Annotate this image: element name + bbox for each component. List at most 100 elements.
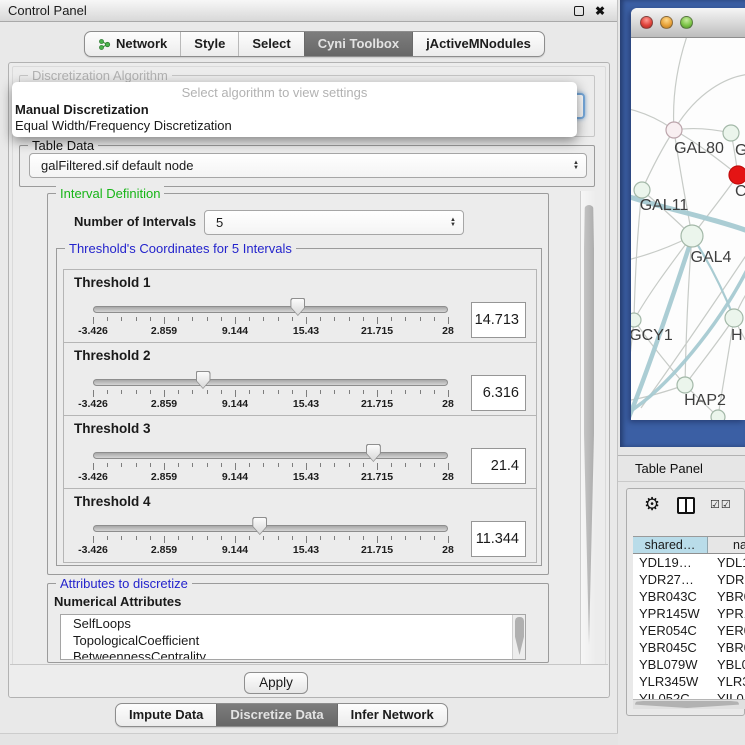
table-row[interactable]: YBR045CYBR0… bbox=[633, 639, 745, 656]
tick-mark bbox=[306, 317, 307, 324]
network-node-gal80[interactable] bbox=[666, 122, 682, 138]
cell-name[interactable]: YIL0… bbox=[708, 690, 745, 699]
cell-shared-name[interactable]: YDR27… bbox=[633, 571, 708, 588]
cell-name[interactable]: YLR3… bbox=[708, 673, 745, 690]
network-node-gcy1[interactable] bbox=[631, 313, 641, 327]
cell-shared-name[interactable]: YER054C bbox=[633, 622, 708, 639]
threshold-3-slider[interactable]: -3.4262.8599.14415.4321.71528 bbox=[93, 444, 448, 486]
tick-mark bbox=[178, 317, 179, 321]
threshold-4-value-field[interactable]: 11.344 bbox=[471, 521, 526, 557]
threshold-row-4: Threshold 4-3.4262.8599.14415.4321.71528… bbox=[64, 489, 536, 562]
network-node-gal4[interactable] bbox=[681, 225, 703, 247]
table-row[interactable]: YDL19…YDL1… bbox=[633, 554, 745, 571]
table-row[interactable]: YDR27…YDR2… bbox=[633, 571, 745, 588]
float-window-icon[interactable] bbox=[574, 6, 584, 16]
control-panel-window: Control Panel ✖ NetworkStyleSelectCyni T… bbox=[0, 0, 618, 745]
table-row[interactable]: YBR043CYBR0… bbox=[633, 588, 745, 605]
tick-mark bbox=[306, 536, 307, 543]
tab-impute-data[interactable]: Impute Data bbox=[116, 704, 216, 726]
close-icon[interactable]: ✖ bbox=[595, 0, 605, 22]
numerical-attributes-list[interactable]: SelfLoopsTopologicalCoefficientBetweenne… bbox=[60, 614, 526, 660]
tick-mark bbox=[221, 536, 222, 540]
table-row[interactable]: YER054CYER0… bbox=[633, 622, 745, 639]
threshold-2-slider[interactable]: -3.4262.8599.14415.4321.71528 bbox=[93, 371, 448, 413]
tab-jactivemnodules[interactable]: jActiveMNodules bbox=[412, 32, 544, 56]
list-scrollbar[interactable] bbox=[512, 615, 525, 659]
cell-name[interactable]: YDR2… bbox=[708, 571, 745, 588]
network-node-gal11[interactable] bbox=[634, 182, 650, 198]
network-edge[interactable] bbox=[674, 38, 687, 130]
threshold-1-value-field[interactable]: 14.713 bbox=[471, 302, 526, 338]
cell-shared-name[interactable]: YIL052C bbox=[633, 690, 708, 699]
network-edge[interactable] bbox=[674, 74, 745, 130]
apply-button[interactable]: Apply bbox=[244, 672, 308, 694]
cell-shared-name[interactable]: YBL079W bbox=[633, 656, 708, 673]
column-header-shared-name[interactable]: shared… bbox=[633, 537, 708, 553]
tick-mark bbox=[93, 536, 94, 543]
slider-thumb[interactable] bbox=[366, 444, 381, 462]
select-columns-icon[interactable]: ☑☑ bbox=[710, 498, 732, 511]
thresholds-group: Threshold's Coordinates for 5 Intervals … bbox=[56, 248, 542, 566]
network-window-titlebar[interactable] bbox=[631, 8, 745, 38]
tab-cyni-toolbox[interactable]: Cyni Toolbox bbox=[304, 32, 412, 56]
tab-network[interactable]: Network bbox=[85, 32, 180, 56]
tick-mark bbox=[263, 463, 264, 467]
table-horizontal-scrollbar[interactable] bbox=[633, 699, 745, 709]
table-data-combobox[interactable]: galFiltered.sif default node ▲▼ bbox=[29, 153, 587, 178]
node-label-gal4: GAL4 bbox=[691, 249, 732, 266]
cell-name[interactable]: YDL1… bbox=[708, 554, 745, 571]
slider-track[interactable] bbox=[93, 452, 448, 459]
column-header-name[interactable]: na bbox=[708, 537, 745, 553]
attribute-item-topologicalcoefficient[interactable]: TopologicalCoefficient bbox=[61, 632, 525, 649]
popup-option-manual-discretization[interactable]: Manual Discretization bbox=[15, 102, 574, 118]
table-row[interactable]: YBL079WYBL0… bbox=[633, 656, 745, 673]
attribute-item-betweennesscentrality[interactable]: BetweennessCentrality bbox=[61, 648, 525, 660]
table-row[interactable]: YLR345WYLR3… bbox=[633, 673, 745, 690]
gear-icon[interactable]: ⚙ bbox=[644, 495, 660, 513]
split-table-icon[interactable] bbox=[677, 497, 695, 514]
slider-thumb[interactable] bbox=[290, 298, 305, 316]
slider-track[interactable] bbox=[93, 525, 448, 532]
cell-shared-name[interactable]: YPR145W bbox=[633, 605, 708, 622]
tick-mark bbox=[207, 390, 208, 394]
tab-infer-network[interactable]: Infer Network bbox=[337, 704, 447, 726]
slider-track[interactable] bbox=[93, 306, 448, 313]
popup-option-equal-width-frequency-discretization[interactable]: Equal Width/Frequency Discretization bbox=[15, 118, 574, 134]
number-of-intervals-combobox[interactable]: 5 ▲▼ bbox=[204, 210, 464, 235]
panel-scrollbar[interactable] bbox=[580, 191, 596, 664]
tab-select[interactable]: Select bbox=[238, 32, 303, 56]
table-row[interactable]: YIL052CYIL0… bbox=[633, 690, 745, 699]
cell-shared-name[interactable]: YBR043C bbox=[633, 588, 708, 605]
network-node-hap2[interactable] bbox=[677, 377, 693, 393]
threshold-3-value-field[interactable]: 21.4 bbox=[471, 448, 526, 484]
tab-style[interactable]: Style bbox=[180, 32, 238, 56]
cell-name[interactable]: YER0… bbox=[708, 622, 745, 639]
cell-name[interactable]: YBL0… bbox=[708, 656, 745, 673]
slider-thumb[interactable] bbox=[196, 371, 211, 389]
cell-shared-name[interactable]: YLR345W bbox=[633, 673, 708, 690]
cell-shared-name[interactable]: YBR045C bbox=[633, 639, 708, 656]
table-row[interactable]: YPR145WYPR1… bbox=[633, 605, 745, 622]
cell-shared-name[interactable]: YDL19… bbox=[633, 554, 708, 571]
zoom-light-icon[interactable] bbox=[680, 16, 693, 29]
threshold-1-slider[interactable]: -3.4262.8599.14415.4321.71528 bbox=[93, 298, 448, 340]
network-edge[interactable] bbox=[642, 130, 674, 190]
slider-track[interactable] bbox=[93, 379, 448, 386]
minimize-light-icon[interactable] bbox=[660, 16, 673, 29]
tab-discretize-data[interactable]: Discretize Data bbox=[216, 704, 336, 726]
cell-name[interactable]: YBR0… bbox=[708, 588, 745, 605]
slider-thumb[interactable] bbox=[252, 517, 267, 535]
threshold-2-value-field[interactable]: 6.316 bbox=[471, 375, 526, 411]
cell-name[interactable]: YPR1… bbox=[708, 605, 745, 622]
attribute-item-selfloops[interactable]: SelfLoops bbox=[61, 615, 525, 632]
threshold-4-slider[interactable]: -3.4262.8599.14415.4321.71528 bbox=[93, 517, 448, 559]
network-node-c[interactable] bbox=[729, 166, 745, 184]
network-node-ga[interactable] bbox=[723, 125, 739, 141]
network-canvas[interactable]: GAL80GACGAL11GAL4GCY1HHAP2 bbox=[631, 38, 745, 420]
cell-name[interactable]: YBR0… bbox=[708, 639, 745, 656]
threshold-row-1: Threshold 1 -3.4262.8599.14415.4321.71528… bbox=[64, 270, 536, 343]
close-light-icon[interactable] bbox=[640, 16, 653, 29]
threshold-label: Threshold 1 bbox=[74, 275, 151, 290]
network-node[interactable] bbox=[711, 410, 725, 420]
network-node-h[interactable] bbox=[725, 309, 743, 327]
